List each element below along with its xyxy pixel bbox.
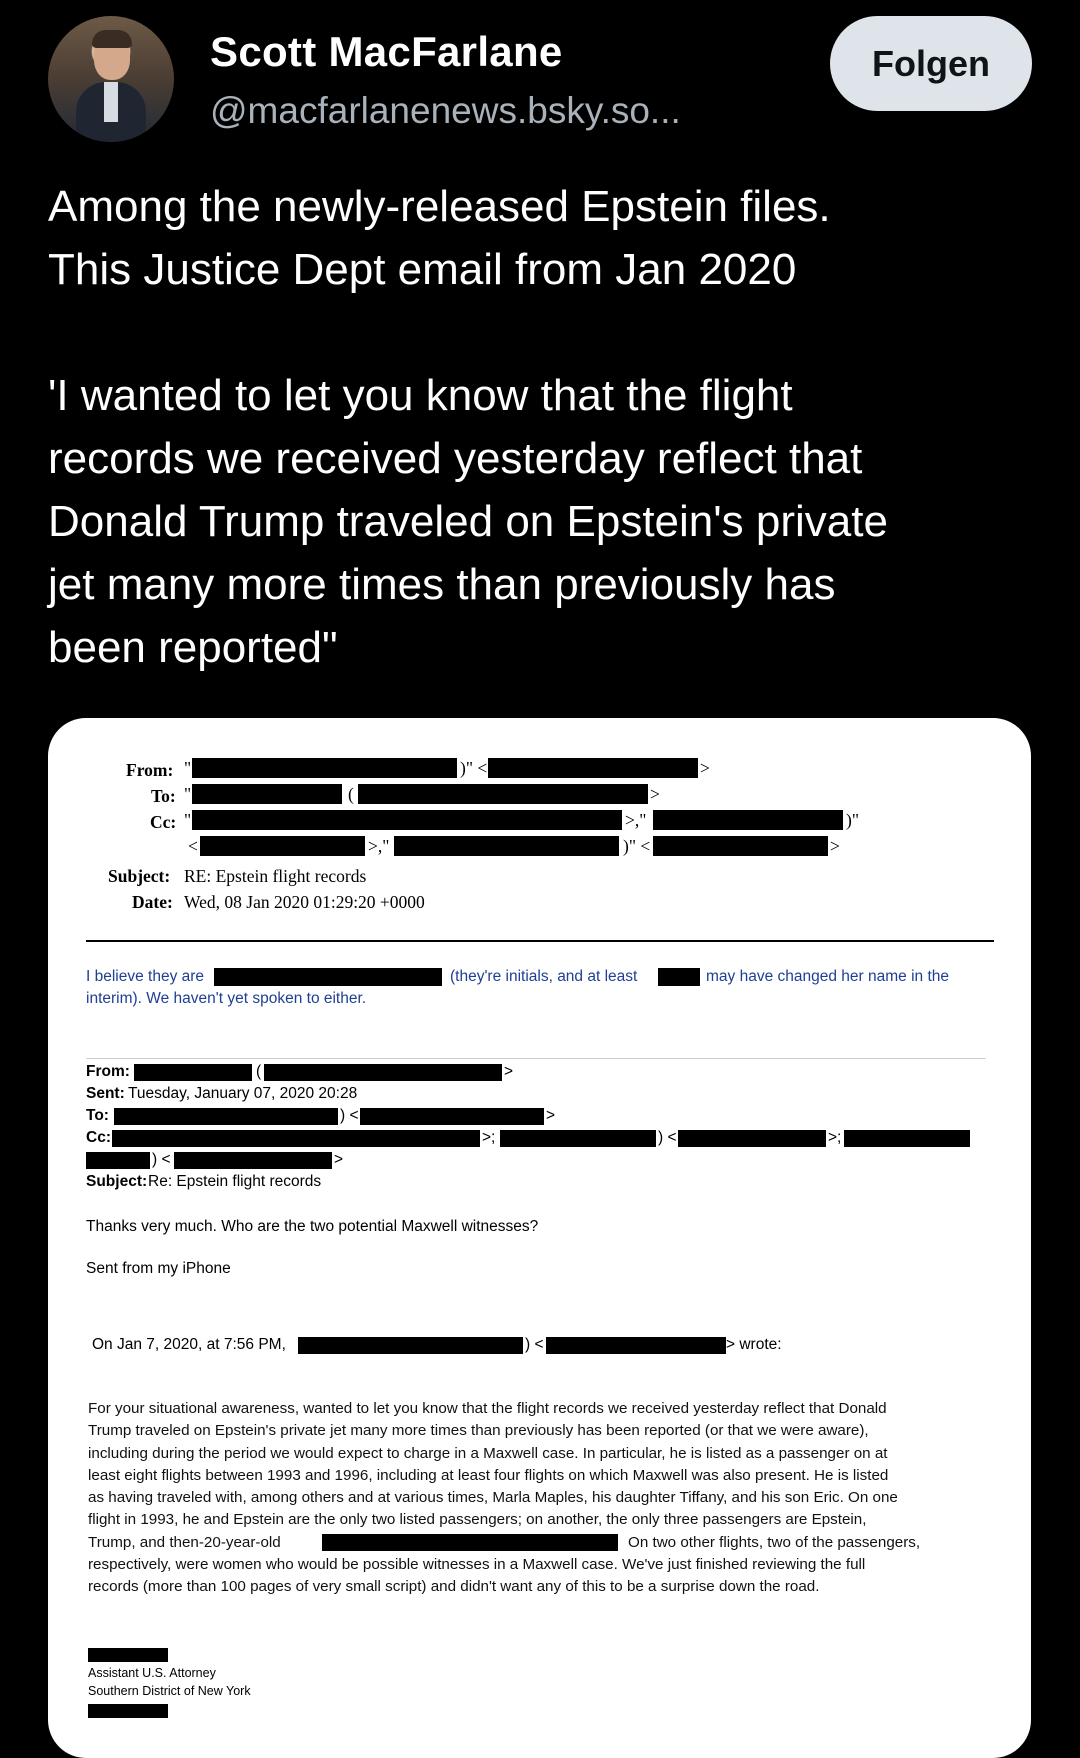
email-body: For your situational awareness, wanted t… (88, 1398, 988, 1599)
redaction (112, 1130, 480, 1147)
reply-text: I believe they are (86, 968, 205, 985)
from-label: From: (126, 760, 174, 780)
post-line: been reported" (48, 623, 338, 672)
redaction (653, 836, 828, 856)
sent-label: Sent: (86, 1085, 125, 1102)
to-label: To: (86, 1107, 109, 1124)
redaction (358, 784, 648, 804)
body-line: records (more than 100 pages of very sma… (88, 1578, 820, 1596)
date-value: Wed, 08 Jan 2020 01:29:20 +0000 (184, 892, 425, 912)
redaction (134, 1064, 252, 1081)
redaction (114, 1108, 338, 1125)
user-handle[interactable]: @macfarlanenews.bsky.so... (210, 90, 681, 132)
email-document-image[interactable]: From: " )" < > To: " ( > Cc: " >," )" < … (48, 718, 1031, 1758)
redaction (546, 1337, 726, 1354)
body-line: respectively, were women who would be po… (88, 1556, 866, 1574)
reply-text: interim). We haven't yet spoken to eithe… (86, 990, 367, 1007)
display-name[interactable]: Scott MacFarlane (210, 28, 563, 76)
redaction (678, 1130, 826, 1147)
body-line: flight in 1993, he and Epstein are the o… (88, 1511, 867, 1529)
cc-label: Cc: (150, 812, 177, 832)
subject-label: Subject: (108, 866, 171, 886)
redaction (174, 1152, 332, 1169)
post-line: jet many more times than previously has (48, 560, 836, 609)
redaction (488, 758, 698, 778)
redaction (88, 1648, 168, 1662)
divider (86, 1058, 986, 1059)
redaction (214, 968, 442, 986)
post-line: Donald Trump traveled on Epstein's priva… (48, 497, 888, 546)
post-line: 'I wanted to let you know that the fligh… (48, 371, 793, 420)
body-line: For your situational awareness, wanted t… (88, 1400, 887, 1417)
sent-value: Tuesday, January 07, 2020 20:28 (128, 1085, 358, 1102)
redaction (298, 1337, 523, 1354)
cc-label: Cc: (86, 1129, 111, 1146)
redaction (192, 784, 342, 804)
redaction (86, 1152, 150, 1169)
thanks-line: Thanks very much. Who are the two potent… (86, 1218, 539, 1235)
on-date-line: On Jan 7, 2020, at 7:56 PM, (92, 1336, 286, 1353)
sent-from-line: Sent from my iPhone (86, 1260, 231, 1277)
body-line: including during the period we would exp… (88, 1444, 888, 1462)
avatar[interactable] (48, 16, 174, 142)
post-header: Scott MacFarlane @macfarlanenews.bsky.so… (0, 0, 1080, 150)
redaction (500, 1130, 656, 1147)
redaction (192, 758, 457, 778)
redaction (192, 810, 622, 830)
post-line: Among the newly-released Epstein files. (48, 182, 831, 231)
to-label: To: (151, 786, 176, 806)
body-line: Trump traveled on Epstein's private jet … (88, 1422, 869, 1440)
signature-title: Assistant U.S. Attorney (88, 1666, 216, 1680)
body-line: as having traveled with, among others an… (88, 1489, 898, 1507)
redaction (653, 810, 843, 830)
reply-text: may have changed her name in the (706, 968, 949, 985)
from-label: From: (86, 1063, 130, 1080)
redaction (360, 1108, 544, 1125)
body-line: On two other flights, two of the passeng… (628, 1533, 921, 1551)
post-line: records we received yesterday reflect th… (48, 434, 863, 483)
subject-label: Subject: (86, 1173, 148, 1190)
redaction (264, 1064, 502, 1081)
divider (86, 940, 994, 942)
subject-value: RE: Epstein flight records (184, 866, 367, 886)
redaction (200, 836, 365, 856)
reply-text: (they're initials, and at least (450, 968, 638, 985)
redaction (844, 1130, 970, 1147)
redaction (88, 1704, 168, 1718)
post-text: Among the newly-released Epstein files. … (48, 175, 1048, 679)
redaction (658, 968, 700, 986)
redaction (322, 1533, 618, 1551)
signature-office: Southern District of New York (88, 1684, 251, 1698)
date-label: Date: (132, 892, 173, 912)
body-line: Trump, and then-20-year-old (88, 1533, 281, 1551)
redaction (394, 836, 619, 856)
wrote-label: > wrote: (726, 1336, 782, 1353)
follow-button[interactable]: Folgen (830, 16, 1032, 111)
post-line: This Justice Dept email from Jan 2020 (48, 245, 797, 294)
subject-value: Re: Epstein flight records (148, 1173, 322, 1190)
body-line: least eight flights between 1993 and 199… (88, 1466, 889, 1484)
